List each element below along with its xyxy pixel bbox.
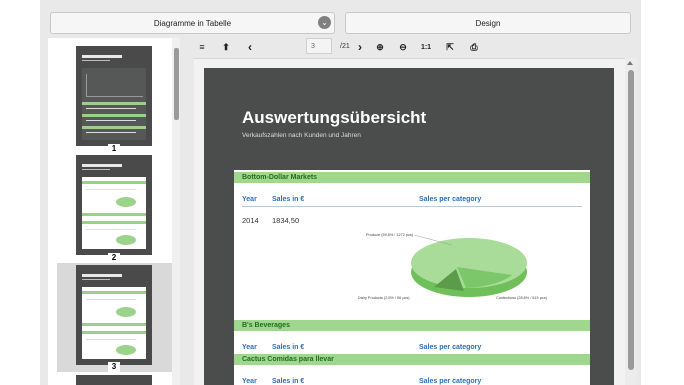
viewer-toolbar: ≡ ⬆ ‹ 3 /21 › ⊕ ⊖ 1:1 ⇱ ⎙ (192, 36, 492, 58)
background-panel (641, 0, 684, 385)
page-thumbnail-4[interactable] (76, 375, 152, 385)
sales-header: Sales in € (272, 344, 305, 351)
thumbnail-number: 2 (108, 253, 120, 263)
design-button[interactable]: Design (345, 12, 631, 34)
year-cell: 2014 (242, 216, 259, 225)
pie-label-produce: Produce (59,5% / 1272 pcs) (366, 233, 414, 237)
section-header: Cactus Comidas para llevar (234, 354, 590, 365)
thumbnail-number: 3 (108, 362, 120, 372)
first-page-icon[interactable]: ⬆ (216, 38, 236, 56)
report-title: Auswertungsübersicht (242, 108, 427, 127)
sales-header: Sales in € (272, 378, 305, 385)
scroll-up-icon[interactable] (627, 61, 633, 65)
category-header: Sales per category (419, 196, 482, 203)
year-header: Year (242, 196, 257, 203)
page-number-input[interactable]: 3 (306, 38, 332, 54)
year-header: Year (242, 378, 257, 385)
category-header: Sales per category (419, 378, 482, 385)
actual-size-button[interactable]: 1:1 (416, 38, 436, 56)
view-dropdown-label: Diagramme in Tabelle (153, 18, 232, 28)
view-dropdown[interactable]: Diagramme in Tabelle ⌄ (50, 12, 335, 34)
page-total: /21 (340, 43, 350, 50)
section-header: B's Beverages (234, 320, 590, 331)
viewer-scrollbar-thumb[interactable] (628, 70, 634, 370)
report-page: Auswertungsübersicht Verkaufszahlen nach… (204, 68, 614, 385)
chevron-down-icon[interactable]: ⌄ (318, 16, 331, 29)
pie-chart (411, 234, 527, 297)
export-icon[interactable]: ⇱ (440, 38, 460, 56)
year-header: Year (242, 344, 257, 351)
previous-page-icon[interactable]: ‹ (240, 38, 260, 56)
sales-header: Sales in € (272, 196, 305, 203)
header-divider (242, 206, 582, 207)
thumbnail-number: 1 (108, 144, 120, 154)
next-page-icon[interactable]: › (350, 38, 370, 56)
thumbnail-scrollbar-thumb[interactable] (174, 48, 179, 120)
page-thumbnail-1[interactable] (76, 46, 152, 146)
section-header: Bottom-Dollar Markets (234, 172, 590, 183)
print-icon[interactable]: ⎙ (464, 38, 484, 56)
zoom-in-icon[interactable]: ⊕ (370, 38, 390, 56)
menu-icon[interactable]: ≡ (192, 38, 212, 56)
pie-label-dairy: Dairy Products (2,5% / 56 pcs) (358, 296, 410, 300)
design-button-label: Design (475, 18, 501, 28)
page-thumbnail-2[interactable] (76, 155, 152, 255)
category-header: Sales per category (419, 344, 482, 351)
zoom-out-icon[interactable]: ⊖ (393, 38, 413, 56)
pie-label-confections: Confections (28,6% / 515 pcs) (496, 296, 547, 300)
viewer-scrollbar[interactable] (625, 58, 637, 385)
sales-cell: 1834,50 (272, 216, 300, 225)
report-subtitle: Verkaufszahlen nach Kunden und Jahren (242, 132, 361, 139)
page-thumbnail-3[interactable] (76, 265, 152, 365)
report-body: Bottom-Dollar Markets Year Sales in € Sa… (234, 170, 590, 385)
